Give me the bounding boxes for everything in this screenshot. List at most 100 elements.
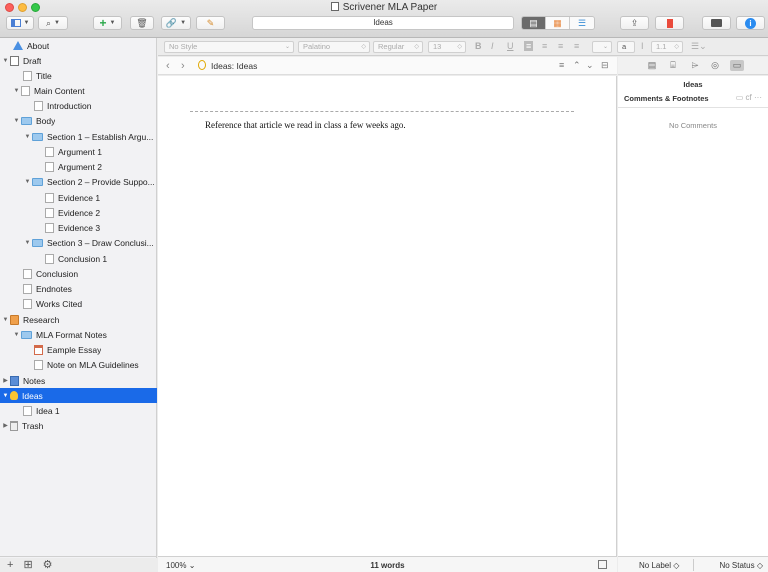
binder-item-mla-format-notes[interactable]: ▼ MLA Format Notes: [0, 327, 157, 342]
binder-item-draft[interactable]: ▼ Draft: [0, 53, 157, 68]
binder-item-argument-1[interactable]: Argument 1: [0, 144, 157, 159]
document-icon: [45, 161, 54, 172]
binder-item-evidence-1[interactable]: Evidence 1: [0, 190, 157, 205]
binder-item-endnotes[interactable]: Endnotes: [0, 281, 157, 296]
disclosure-open-icon[interactable]: ▼: [23, 134, 32, 140]
share-button[interactable]: ⇪: [620, 16, 649, 30]
inspector-footer: No Label ◇ No Status ◇: [618, 556, 768, 572]
align-left-icon[interactable]: ≡: [524, 41, 534, 51]
notes-tab-icon[interactable]: ▤: [645, 60, 659, 71]
binder-item-research[interactable]: ▼ Research: [0, 312, 157, 327]
bookmarks-tab-icon[interactable]: ⌸: [666, 60, 680, 71]
editor-pane[interactable]: Reference that article we read in class …: [158, 76, 617, 556]
binder-item-main-content[interactable]: ▼ Main Content: [0, 83, 157, 98]
disclosure-open-icon[interactable]: ▼: [1, 58, 10, 64]
binder-item-section-1[interactable]: ▼ Section 1 – Establish Argu...: [0, 129, 157, 144]
share-icon: ⇪: [630, 17, 639, 28]
font-size-select[interactable]: 13 ◇: [428, 41, 466, 53]
font-select[interactable]: Palatino ◇: [298, 41, 370, 53]
binder-item-title[interactable]: Title: [0, 68, 157, 83]
new-folder-icon[interactable]: ⊞: [23, 558, 32, 571]
forward-arrow-icon[interactable]: ›: [181, 60, 185, 72]
binder-item-section-3[interactable]: ▼ Section 3 – Draw Conclusi...: [0, 235, 157, 250]
align-right-icon[interactable]: ≡: [558, 41, 563, 51]
compile-button[interactable]: [702, 16, 731, 30]
binder-item-about[interactable]: About: [0, 38, 157, 53]
outline-view-icon[interactable]: ☰: [570, 17, 594, 29]
add-document-button[interactable]: + ▼: [93, 16, 122, 30]
split-editor-icon[interactable]: ⊟: [601, 60, 609, 71]
binder-item-argument-2[interactable]: Argument 2: [0, 159, 157, 174]
binder-item-conclusion-1[interactable]: Conclusion 1: [0, 251, 157, 266]
binder-item-idea-1[interactable]: Idea 1: [0, 403, 157, 418]
updown-icon: ◇: [361, 44, 366, 50]
editor-text[interactable]: Reference that article we read in class …: [205, 120, 406, 130]
target-icon[interactable]: [598, 560, 607, 569]
document-title-field[interactable]: Ideas: [252, 16, 514, 30]
inspector-tabs: ▤ ⌸ ⌲ ◎ ▭: [618, 57, 768, 75]
comment-add-icon[interactable]: ▭: [736, 93, 744, 102]
disclosure-closed-icon[interactable]: ▶: [1, 377, 10, 384]
binder-item-note-on-mla-guidelines[interactable]: Note on MLA Guidelines: [0, 357, 157, 372]
group-mode-segmented[interactable]: ▤ ▦ ☰: [521, 16, 595, 30]
menu-lines-icon[interactable]: ≡: [559, 60, 564, 70]
binder-item-evidence-2[interactable]: Evidence 2: [0, 205, 157, 220]
disclosure-open-icon[interactable]: ▼: [12, 332, 21, 338]
bookmark-button[interactable]: [655, 16, 684, 30]
link-button[interactable]: 🔗 ▼: [161, 16, 191, 30]
disclosure-open-icon[interactable]: ▼: [1, 317, 10, 323]
font-weight-select[interactable]: Regular ◇: [373, 41, 423, 53]
binder-item-notes[interactable]: ▶ Notes: [0, 373, 157, 388]
search-button[interactable]: ⌕ ▼: [38, 16, 68, 30]
binder-item-body[interactable]: ▼ Body: [0, 113, 157, 128]
disclosure-closed-icon[interactable]: ▶: [1, 422, 10, 429]
list-icon[interactable]: ☰⌄: [691, 41, 707, 52]
settings-gear-icon[interactable]: ⚙: [43, 558, 53, 571]
trash-button[interactable]: 🗑: [130, 16, 154, 30]
editor-breadcrumb[interactable]: Ideas: Ideas: [211, 61, 257, 71]
back-arrow-icon[interactable]: ‹: [166, 60, 170, 72]
text-color-button[interactable]: a: [617, 41, 635, 53]
page-separator: [190, 111, 574, 112]
italic-button[interactable]: I: [491, 41, 494, 51]
updown-icon: ◇: [457, 44, 462, 50]
quick-reference-button[interactable]: ✎: [196, 16, 225, 30]
align-center-icon[interactable]: ≡: [542, 41, 547, 51]
corkboard-view-icon[interactable]: ▦: [546, 17, 570, 29]
more-icon[interactable]: ···: [754, 93, 762, 102]
research-folder-icon: [10, 314, 19, 325]
metadata-tab-icon[interactable]: ⌲: [688, 60, 702, 71]
underline-button[interactable]: U: [507, 41, 514, 51]
disclosure-open-icon[interactable]: ▼: [1, 393, 10, 399]
binder-item-ideas[interactable]: ▼ Ideas: [0, 388, 157, 403]
status-select[interactable]: No Status ◇: [719, 561, 763, 570]
view-mode-button[interactable]: ▼: [6, 16, 34, 30]
disclosure-open-icon[interactable]: ▼: [12, 118, 21, 124]
style-select[interactable]: No Style ⌄: [164, 41, 294, 53]
scrivenings-view-icon[interactable]: ▤: [522, 17, 546, 29]
chevron-down-icon[interactable]: ⌄: [586, 60, 594, 71]
comments-tab-icon[interactable]: ▭: [730, 60, 744, 71]
highlight-color-button[interactable]: ⌄: [592, 41, 612, 53]
align-justify-icon[interactable]: ≡: [574, 41, 579, 51]
disclosure-open-icon[interactable]: ▼: [23, 240, 32, 246]
binder-item-evidence-3[interactable]: Evidence 3: [0, 220, 157, 235]
binder-item-conclusion[interactable]: Conclusion: [0, 266, 157, 281]
snapshots-tab-icon[interactable]: ◎: [708, 60, 722, 71]
binder-item-section-2[interactable]: ▼ Section 2 – Provide Suppo...: [0, 174, 157, 189]
comments-controls[interactable]: ▭ cf ···: [736, 93, 762, 102]
trash-icon: 🗑: [136, 17, 148, 28]
binder-item-works-cited[interactable]: Works Cited: [0, 296, 157, 311]
chevron-up-icon[interactable]: ⌃: [573, 60, 581, 71]
bold-button[interactable]: B: [475, 41, 482, 51]
window-title: Scrivener MLA Paper: [0, 2, 768, 13]
disclosure-open-icon[interactable]: ▼: [12, 88, 21, 94]
binder-item-introduction[interactable]: Introduction: [0, 98, 157, 113]
binder-item-trash[interactable]: ▶ Trash: [0, 418, 157, 433]
inspector-button[interactable]: i: [736, 16, 765, 30]
label-select[interactable]: No Label ◇: [639, 561, 679, 570]
disclosure-open-icon[interactable]: ▼: [23, 179, 32, 185]
binder-item-example-essay[interactable]: Eample Essay: [0, 342, 157, 357]
line-spacing-select[interactable]: 1.1 ◇: [651, 41, 683, 53]
add-icon[interactable]: +: [7, 559, 13, 571]
